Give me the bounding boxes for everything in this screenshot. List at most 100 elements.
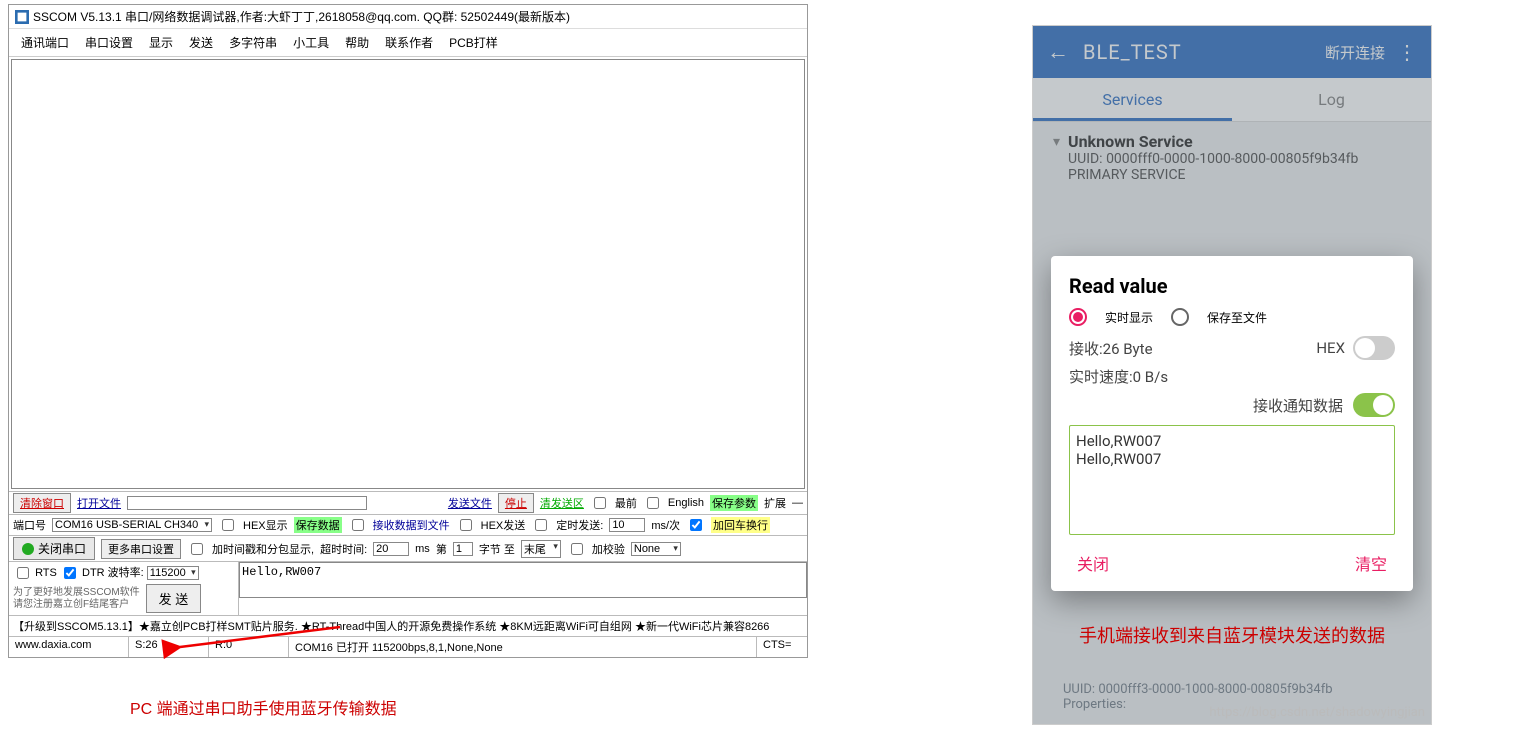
dialog-title: Read value xyxy=(1069,274,1395,298)
hex-show-checkbox[interactable] xyxy=(222,519,234,531)
dtr-label: DTR xyxy=(82,567,105,579)
stop-button[interactable]: 停止 xyxy=(498,493,534,513)
close-port-button[interactable]: 关闭串口 xyxy=(13,537,95,560)
toolbar-row-3: 关闭串口 更多串口设置 加时间戳和分包显示, 超时时间: ms 第 字节 至 末… xyxy=(9,535,807,561)
tail-dropdown[interactable]: 末尾 xyxy=(521,540,561,558)
menu-contact[interactable]: 联系作者 xyxy=(379,32,439,53)
radio-save[interactable] xyxy=(1171,308,1189,326)
close-port-label: 关闭串口 xyxy=(38,540,86,557)
timestamp-checkbox[interactable] xyxy=(191,543,203,555)
extend-button[interactable]: 扩展 xyxy=(764,495,786,511)
recv-row: 接收:26 Byte HEX xyxy=(1069,336,1395,360)
speed-row: 实时速度:0 B/s xyxy=(1069,366,1395,387)
pc-caption: PC 端通过串口助手使用蓝牙传输数据 xyxy=(130,695,397,719)
baud-dropdown[interactable]: 115200 xyxy=(147,566,199,580)
menu-pcb[interactable]: PCB打样 xyxy=(443,32,504,53)
toolbar-row-2: 端口号 COM16 USB-SERIAL CH340 HEX显示 保存数据 接收… xyxy=(9,514,807,535)
save-data-button[interactable]: 保存数据 xyxy=(294,517,342,533)
radio-save-label: 保存至文件 xyxy=(1207,309,1267,326)
rts-checkbox[interactable] xyxy=(17,567,29,579)
speed-label: 实时速度:0 B/s xyxy=(1069,366,1168,387)
receive-console[interactable] xyxy=(11,59,805,489)
window-title: SSCOM V5.13.1 串口/网络数据调试器,作者:大虾丁丁,2618058… xyxy=(33,8,570,25)
timestamp-label: 加时间戳和分包显示, xyxy=(212,541,314,557)
more-settings-button[interactable]: 更多串口设置 xyxy=(101,539,181,559)
dialog-close-button[interactable]: 关闭 xyxy=(1069,547,1117,579)
notify-label: 接收通知数据 xyxy=(1253,395,1343,416)
receive-box[interactable]: Hello,RW007 Hello,RW007 xyxy=(1069,425,1395,535)
send-file-button[interactable]: 发送文件 xyxy=(448,495,492,511)
english-label: English xyxy=(668,497,704,509)
interval-unit: ms/次 xyxy=(651,517,680,533)
baud-label: 波特率: xyxy=(108,567,144,579)
char-uuid-row: UUID: 0000fff3-0000-1000-8000-00805f9b34… xyxy=(1063,682,1411,697)
notify-row: 接收通知数据 xyxy=(1069,393,1395,417)
status-s: S:26 xyxy=(129,637,209,657)
hex-show-label: HEX显示 xyxy=(243,517,288,533)
send-area: RTS DTR 波特率: 115200 为了更好地发展SSCOM软件 请您注册嘉… xyxy=(9,561,807,615)
add-check-label: 加校验 xyxy=(592,541,625,557)
hex-send-label: HEX发送 xyxy=(481,517,526,533)
timeout-unit: ms xyxy=(415,543,430,555)
dialog-actions: 关闭 清空 xyxy=(1069,547,1395,579)
send-button[interactable]: 发 送 xyxy=(146,584,202,613)
timeout-label: 超时时间: xyxy=(320,541,367,557)
menu-help[interactable]: 帮助 xyxy=(339,32,375,53)
save-param-button[interactable]: 保存参数 xyxy=(710,495,758,511)
menu-send[interactable]: 发送 xyxy=(183,32,219,53)
radio-row: 实时显示 保存至文件 xyxy=(1069,308,1395,326)
extend-dash: — xyxy=(792,497,803,509)
status-cts: CTS= xyxy=(757,637,807,657)
recv-to-file-checkbox[interactable] xyxy=(352,519,364,531)
status-bar: www.daxia.com S:26 R:0 COM16 已打开 115200b… xyxy=(9,636,807,657)
send-right-panel: Hello,RW007 xyxy=(239,562,807,615)
byte-no-label: 第 xyxy=(436,541,447,557)
ad-row: 【升级到SSCOM5.13.1】★嘉立创PCB打样SMT贴片服务. ★RT-Th… xyxy=(9,615,807,636)
hex-send-checkbox[interactable] xyxy=(460,519,472,531)
port-status-icon xyxy=(22,543,34,555)
english-checkbox[interactable] xyxy=(647,497,659,509)
menu-serial-settings[interactable]: 串口设置 xyxy=(79,32,139,53)
port-dropdown[interactable]: COM16 USB-SERIAL CH340 xyxy=(52,518,212,532)
status-r: R:0 xyxy=(209,637,289,657)
menu-display[interactable]: 显示 xyxy=(143,32,179,53)
radio-realtime-label: 实时显示 xyxy=(1105,309,1153,326)
app-icon xyxy=(15,10,29,24)
crlf-checkbox[interactable] xyxy=(690,519,702,531)
topmost-checkbox[interactable] xyxy=(594,497,606,509)
menu-multistring[interactable]: 多字符串 xyxy=(223,32,283,53)
file-path-input[interactable] xyxy=(127,496,367,510)
menu-tools[interactable]: 小工具 xyxy=(287,32,335,53)
send-input[interactable]: Hello,RW007 xyxy=(239,562,807,598)
recv-to-file-label: 接收数据到文件 xyxy=(373,517,450,533)
menu-port[interactable]: 通讯端口 xyxy=(15,32,75,53)
status-conn: COM16 已打开 115200bps,8,1,None,None xyxy=(289,637,757,657)
interval-input[interactable] xyxy=(609,518,645,532)
dialog-clear-button[interactable]: 清空 xyxy=(1347,547,1395,579)
recv-label: 接收:26 Byte xyxy=(1069,338,1153,359)
topmost-label: 最前 xyxy=(615,495,637,511)
timeout-input[interactable] xyxy=(373,542,409,556)
sscom-window: SSCOM V5.13.1 串口/网络数据调试器,作者:大虾丁丁,2618058… xyxy=(8,4,808,658)
byte-no-input[interactable] xyxy=(453,542,473,556)
timed-send-label: 定时发送: xyxy=(556,517,603,533)
notify-toggle[interactable] xyxy=(1353,393,1395,417)
add-check-checkbox[interactable] xyxy=(571,543,583,555)
title-bar: SSCOM V5.13.1 串口/网络数据调试器,作者:大虾丁丁,2618058… xyxy=(9,5,807,29)
status-site: www.daxia.com xyxy=(9,637,129,657)
open-file-button[interactable]: 打开文件 xyxy=(77,495,121,511)
dtr-checkbox[interactable] xyxy=(64,567,76,579)
toolbar-row-1: 清除窗口 打开文件 发送文件 停止 清发送区 最前 English 保存参数 扩… xyxy=(9,491,807,514)
menu-bar: 通讯端口 串口设置 显示 发送 多字符串 小工具 帮助 联系作者 PCB打样 xyxy=(9,29,807,57)
clear-send-button[interactable]: 清发送区 xyxy=(540,495,584,511)
send-left-panel: RTS DTR 波特率: 115200 为了更好地发展SSCOM软件 请您注册嘉… xyxy=(9,562,239,615)
port-label: 端口号 xyxy=(13,517,46,533)
hex-label: HEX xyxy=(1316,339,1345,357)
crlf-label: 加回车换行 xyxy=(711,517,770,533)
hex-toggle[interactable] xyxy=(1353,336,1395,360)
radio-realtime[interactable] xyxy=(1069,308,1087,326)
promo-text: 为了更好地发展SSCOM软件 请您注册嘉立创F结尾客户 xyxy=(13,587,140,611)
clear-window-button[interactable]: 清除窗口 xyxy=(13,493,71,513)
check-type-dropdown[interactable]: None xyxy=(631,542,681,556)
timed-send-checkbox[interactable] xyxy=(535,519,547,531)
